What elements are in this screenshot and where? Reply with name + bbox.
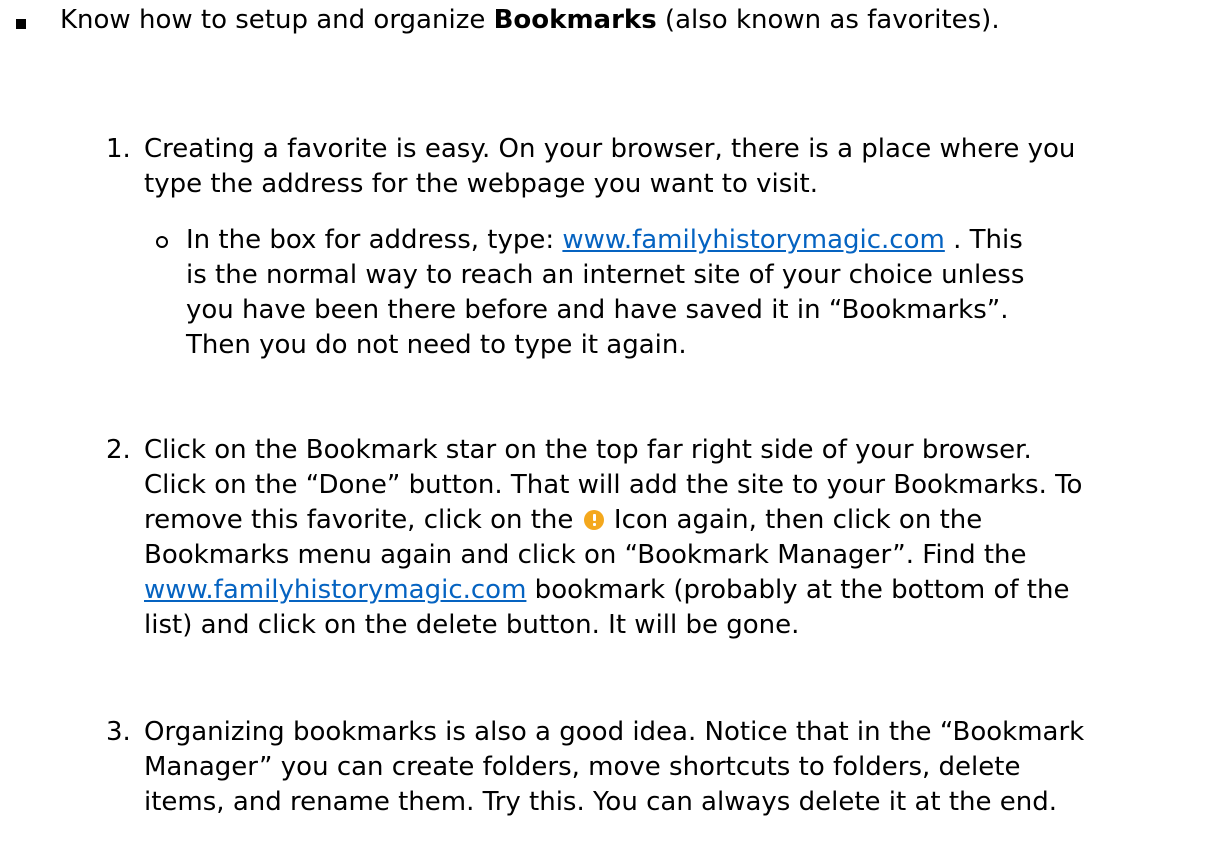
step-2-number: 2. (106, 435, 131, 465)
step-2-line-3-post: Icon again, then click on the (605, 505, 983, 535)
step-2-line-2: Click on the “Done” button. That will ad… (144, 470, 1083, 500)
intro-text-pre: Know how to setup and organize (60, 5, 494, 35)
step-1-sub-post: . This (944, 225, 1023, 255)
step-2-line-6: list) and click on the delete button. It… (144, 610, 800, 640)
step-2-line-1: Click on the Bookmark star on the top fa… (144, 435, 1032, 465)
square-bullet-icon (16, 19, 26, 29)
document-page: Know how to setup and organize Bookmarks… (0, 0, 1225, 861)
step-1-sub-line-4: Then you do not need to type it again. (186, 330, 687, 360)
familyhistorymagic-link[interactable]: www.familyhistorymagic.com (562, 225, 944, 255)
step-1-sub-pre: In the box for address, type: (186, 225, 563, 255)
step-1-number: 1. (106, 134, 131, 164)
step-2-line-4: Bookmarks menu again and click on “Bookm… (144, 540, 1027, 570)
intro-text-post: (also known as favorites). (656, 5, 1000, 35)
familyhistorymagic-link-2[interactable]: www.familyhistorymagic.com (144, 575, 526, 605)
step-2-line-5-post: bookmark (probably at the bottom of the (526, 575, 1070, 605)
step-3-line-2: Manager” you can create folders, move sh… (144, 752, 1021, 782)
step-1-sub-line-2: is the normal way to reach an internet s… (186, 260, 1025, 290)
step-2-line-5: www.familyhistorymagic.com bookmark (pro… (144, 574, 1069, 606)
step-1-line-2: type the address for the webpage you wan… (144, 169, 818, 199)
step-1-sub-line-1: In the box for address, type: www.family… (186, 224, 1023, 256)
step-3-number: 3. (106, 717, 131, 747)
hollow-circle-bullet-icon (156, 236, 168, 248)
step-2-line-3-pre: remove this favorite, click on the (144, 505, 582, 535)
intro-bullet: Know how to setup and organize Bookmarks… (0, 4, 1225, 44)
step-3-line-1: Organizing bookmarks is also a good idea… (144, 717, 1085, 747)
step-2-line-3: remove this favorite, click on the Icon … (144, 504, 982, 536)
step-1-line-1: Creating a favorite is easy. On your bro… (144, 134, 1076, 164)
step-3-line-3: items, and rename them. Try this. You ca… (144, 787, 1058, 817)
warning-icon (583, 510, 604, 530)
step-1-sub-line-3: you have been there before and have save… (186, 295, 1009, 325)
intro-bold-bookmarks: Bookmarks (493, 5, 657, 35)
intro-text: Know how to setup and organize Bookmarks… (60, 4, 1000, 36)
